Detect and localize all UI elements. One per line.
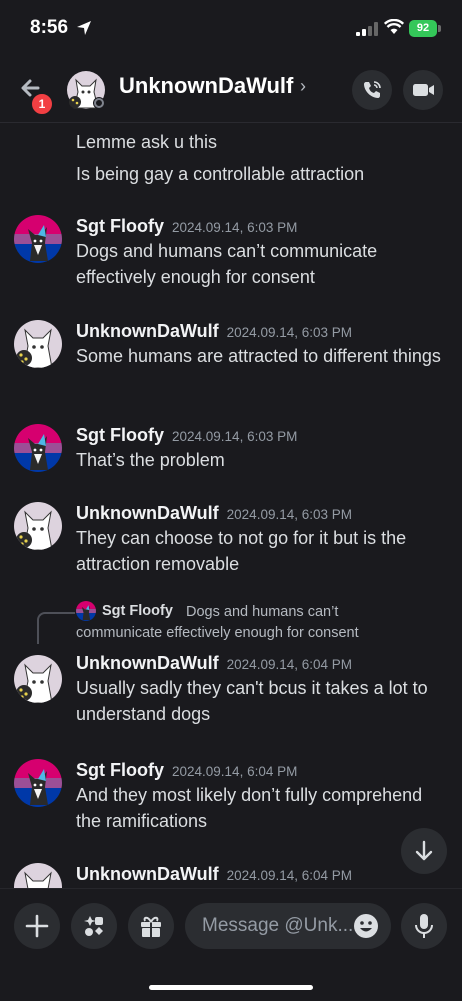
reply-connector [37, 612, 75, 644]
message-text: Is being gay a controllable attraction [76, 164, 365, 184]
battery-nub [438, 25, 441, 32]
message-timestamp: 2024.09.14, 6:03 PM [226, 507, 352, 522]
chevron-right-icon[interactable]: › [300, 76, 306, 97]
battery-indicator: 92 [409, 20, 437, 37]
message-author[interactable]: UnknownDaWulf 2024.09.14, 6:04 PM [76, 653, 352, 674]
signal-icon [356, 22, 378, 36]
phone-call-icon [364, 81, 381, 98]
chevron-down-icon [415, 840, 433, 861]
avatar[interactable] [14, 759, 62, 807]
message-author[interactable]: UnknownDaWulf 2024.09.14, 6:03 PM [76, 321, 352, 342]
message-text: Some humans are attracted to different t… [76, 346, 441, 366]
microphone-icon [415, 914, 433, 938]
plus-icon [25, 914, 49, 938]
message-text: Lemme ask u this [76, 132, 218, 152]
voice-call-button[interactable] [352, 70, 392, 110]
message-timestamp: 2024.09.14, 6:04 PM [226, 657, 352, 672]
message-author[interactable]: UnknownDaWulf 2024.09.14, 6:04 PM [76, 864, 352, 885]
reply-preview[interactable]: Dogs and humans can’t communicate effect… [76, 602, 416, 644]
message-text: And they most likely don’t fully compreh… [76, 785, 423, 831]
video-call-button[interactable] [403, 70, 443, 110]
status-bar: 8:56 92 [0, 0, 462, 58]
wifi-icon [384, 19, 404, 34]
header-username[interactable]: UnknownDaWulf [119, 73, 293, 99]
avatar[interactable] [66, 70, 106, 110]
location-arrow-icon [77, 21, 91, 35]
avatar[interactable] [14, 655, 62, 703]
apps-icon [84, 916, 103, 936]
jump-to-bottom-button[interactable] [401, 828, 447, 874]
avatar[interactable] [14, 424, 62, 472]
attach-button[interactable] [14, 903, 60, 949]
message-text: That’s the problem [76, 450, 225, 470]
home-indicator[interactable] [149, 985, 313, 990]
message-author[interactable]: Sgt Floofy 2024.09.14, 6:03 PM [76, 216, 297, 237]
message-author[interactable]: UnknownDaWulf 2024.09.14, 6:03 PM [76, 503, 352, 524]
avatar[interactable] [14, 215, 62, 263]
message-timestamp: 2024.09.14, 6:03 PM [172, 220, 298, 235]
chat-header: 1 UnknownDaWulf › [0, 58, 462, 123]
message-timestamp: 2024.09.14, 6:03 PM [172, 429, 298, 444]
message-text: Dogs and humans can’t communicate effect… [76, 241, 378, 287]
avatar[interactable] [14, 863, 62, 888]
unread-badge: 1 [30, 92, 54, 116]
message-timestamp: 2024.09.14, 6:03 PM [226, 325, 352, 340]
message-author[interactable]: Sgt Floofy 2024.09.14, 6:04 PM [76, 760, 297, 781]
message-timestamp: 2024.09.14, 6:04 PM [172, 764, 298, 779]
message-input-placeholder: Message @Unk... [202, 915, 354, 936]
video-camera-icon [413, 84, 434, 96]
message-timestamp: 2024.09.14, 6:04 PM [226, 868, 352, 883]
message-text: They can choose to not go for it but is … [76, 528, 407, 574]
status-time: 8:56 [30, 17, 69, 38]
emoji-icon[interactable] [353, 913, 379, 939]
message-text: Usually sadly they can't bcus it takes a… [76, 678, 428, 724]
avatar[interactable] [14, 320, 62, 368]
gift-button[interactable] [128, 903, 174, 949]
message-author[interactable]: Sgt Floofy 2024.09.14, 6:03 PM [76, 425, 297, 446]
gift-icon [141, 916, 161, 937]
apps-button[interactable] [71, 903, 117, 949]
message-input[interactable]: Message @Unk... [185, 903, 391, 949]
avatar[interactable] [14, 502, 62, 550]
message-list[interactable]: Lemme ask u this Is being gay a controll… [0, 123, 462, 888]
voice-message-button[interactable] [401, 903, 447, 949]
